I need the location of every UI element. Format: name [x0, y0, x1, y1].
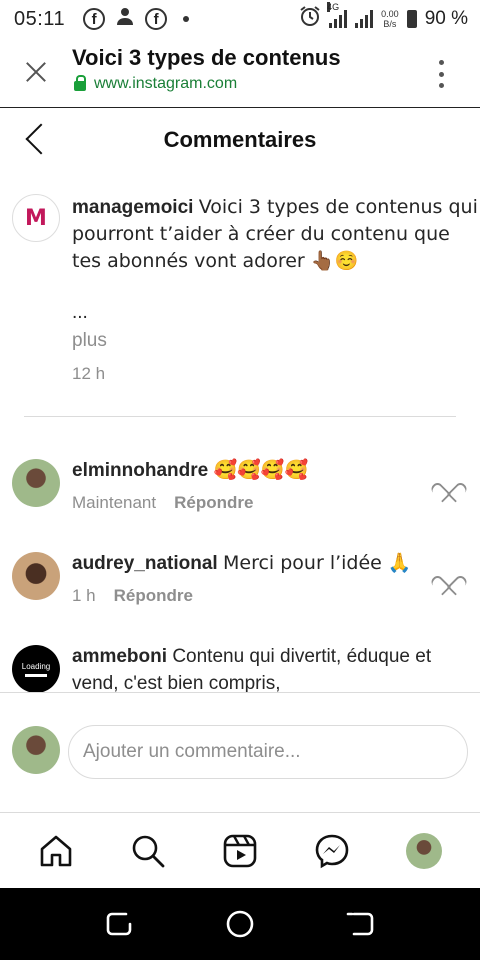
messenger-icon[interactable] — [314, 833, 350, 869]
comments-header: Commentaires — [0, 108, 480, 174]
avatar[interactable]: Loading — [12, 645, 60, 692]
caption-username[interactable]: managemoici — [72, 197, 193, 218]
reply-button[interactable]: Répondre — [174, 493, 253, 513]
person-sync-icon — [115, 6, 135, 32]
comment-body: 🥰🥰🥰🥰 — [213, 459, 309, 481]
post-caption: M managemoici Voici 3 types de contenus … — [0, 174, 480, 416]
network-type: 4G — [327, 2, 340, 12]
brand-logo: M — [25, 205, 47, 231]
comment-meta: Maintenant Répondre — [72, 493, 253, 513]
home-icon[interactable] — [38, 833, 74, 869]
avatar — [406, 833, 442, 869]
comment-time: 1 h — [72, 586, 96, 605]
comment-text: audrey_national Merci pour l’idée 🙏 — [72, 550, 432, 577]
comment-item: elminnohandre 🥰🥰🥰🥰 Maintenant Répondre — [0, 457, 480, 550]
system-nav-bar — [0, 888, 480, 960]
home-button-icon[interactable] — [226, 910, 254, 938]
reels-icon[interactable] — [222, 833, 258, 869]
avatar-loading-text: Loading — [21, 661, 51, 671]
facebook-icon: f — [83, 8, 106, 30]
comment-item: Loading ammeboni Contenu qui divertit, é… — [0, 643, 480, 692]
lock-icon — [74, 75, 86, 91]
facebook-icon: f — [145, 8, 168, 30]
comment-meta: 1 h Répondre — [72, 586, 193, 606]
comment-text: ammeboni Contenu qui divertit, éduque et… — [72, 643, 432, 692]
caption-text: managemoici Voici 3 types de contenus qu… — [72, 194, 478, 275]
heart-icon[interactable] — [439, 475, 457, 491]
comment-item: audrey_national Merci pour l’idée 🙏 1 h … — [0, 550, 480, 643]
comment-input[interactable] — [68, 725, 468, 779]
net-speed: 0.00 B/s — [381, 9, 399, 29]
page-title: Voici 3 types de contenus — [72, 45, 341, 70]
heart-icon[interactable] — [439, 568, 457, 584]
recents-icon[interactable] — [106, 910, 134, 938]
reply-button[interactable]: Répondre — [114, 586, 193, 606]
comment-text: elminnohandre 🥰🥰🥰🥰 — [72, 457, 432, 484]
close-icon[interactable] — [24, 60, 48, 84]
comment-body: Merci pour l’idée 🙏 — [223, 552, 412, 574]
net-speed-unit: B/s — [383, 19, 397, 29]
comment-username[interactable]: audrey_national — [72, 553, 218, 574]
more-options-icon[interactable] — [434, 60, 448, 88]
battery-icon — [406, 10, 417, 28]
browser-bar: Voici 3 types de contenus www.instagram.… — [0, 38, 480, 108]
battery-percent: 90 % — [424, 8, 468, 29]
search-icon[interactable] — [130, 833, 166, 869]
alarm-icon — [299, 5, 321, 33]
comment-username[interactable]: ammeboni — [72, 646, 167, 667]
status-time: 05:11 — [14, 7, 66, 30]
signal-icon — [355, 10, 374, 28]
more-link[interactable]: plus — [72, 330, 107, 352]
url-text: www.instagram.com — [94, 75, 238, 92]
back-button-icon[interactable] — [346, 910, 374, 938]
bottom-nav — [0, 812, 480, 888]
status-bar: 05:11 f f 4G 0.00 B/s 90 % — [0, 0, 480, 38]
caption-ellipsis: ... — [72, 302, 88, 323]
caption-time: 12 h — [72, 364, 106, 383]
comment-time: Maintenant — [72, 493, 157, 512]
signal-icon: 4G — [327, 2, 348, 28]
my-avatar — [12, 726, 60, 774]
avatar[interactable] — [12, 552, 60, 600]
dot-icon — [183, 16, 190, 22]
brand-avatar[interactable]: M — [12, 194, 60, 242]
add-comment-bar — [0, 692, 480, 812]
avatar[interactable] — [12, 459, 60, 507]
comments-list: elminnohandre 🥰🥰🥰🥰 Maintenant Répondre a… — [0, 417, 480, 692]
profile-avatar[interactable] — [406, 833, 442, 869]
header-title: Commentaires — [163, 127, 317, 152]
comment-username[interactable]: elminnohandre — [72, 460, 208, 481]
url-row[interactable]: www.instagram.com — [74, 75, 237, 93]
net-speed-value: 0.00 — [381, 9, 399, 19]
